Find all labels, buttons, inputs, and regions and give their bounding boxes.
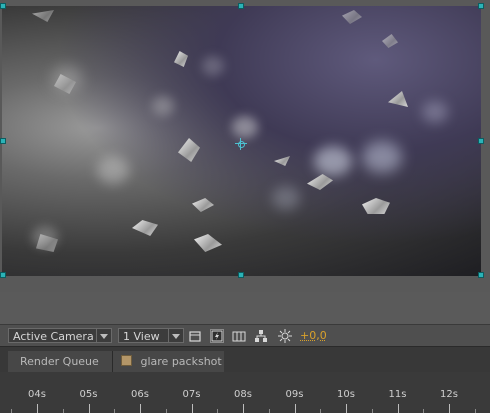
time-tick-label: 10s — [337, 389, 355, 400]
bokeh-glow — [202, 56, 224, 76]
layer-handle-middle-right[interactable] — [478, 138, 484, 144]
diamond-shape — [174, 51, 188, 67]
tab-glare-packshot-label: glare packshot — [140, 355, 222, 368]
active-camera-label: Active Camera — [13, 330, 94, 343]
time-minor-tick — [217, 409, 219, 413]
diamond-shape — [274, 156, 290, 166]
bokeh-glow — [97, 156, 129, 184]
time-minor-tick — [268, 409, 270, 413]
time-tick — [140, 404, 141, 413]
diamond-shape — [362, 198, 390, 214]
view-layout-dropdown[interactable]: 1 View — [118, 328, 184, 343]
tab-render-queue-label: Render Queue — [20, 355, 99, 368]
time-minor-tick — [320, 409, 322, 413]
flowchart-icon[interactable] — [254, 329, 268, 343]
time-tick-label: 05s — [79, 389, 98, 400]
diamond-shape — [178, 138, 200, 162]
time-tick — [294, 404, 296, 413]
bokeh-glow — [314, 146, 352, 176]
tab-render-queue[interactable]: Render Queue — [8, 351, 112, 373]
toggle-pixel-aspect-icon[interactable] — [188, 329, 202, 343]
layer-handle-top-center[interactable] — [238, 3, 244, 9]
fast-previews-icon[interactable] — [210, 329, 224, 343]
layer-handle-middle-left[interactable] — [0, 138, 6, 144]
bokeh-glow — [362, 141, 402, 173]
diamond-shape — [32, 10, 54, 22]
viewer-toolbar: Active Camera 1 View +0,0 — [0, 324, 490, 347]
time-tick — [88, 404, 90, 413]
time-tick-label: 12s — [440, 389, 458, 400]
time-tick-label: 08s — [234, 389, 252, 400]
time-tick — [449, 404, 450, 413]
timeline-toggle-icon[interactable] — [232, 329, 246, 343]
time-tick-label: 04s — [28, 389, 46, 400]
diamond-shape — [132, 220, 158, 236]
bokeh-glow — [152, 96, 174, 116]
diamond-shape — [388, 91, 408, 107]
timeline-ruler[interactable]: 04s 05s 06s 07s 08s 09s 10s 11s 12s — [0, 372, 490, 413]
time-tick-label: 06s — [131, 389, 149, 400]
chevron-down-icon — [168, 329, 183, 342]
diamond-shape — [307, 174, 333, 190]
time-tick — [37, 404, 38, 413]
bokeh-glow — [422, 101, 448, 123]
time-minor-tick — [62, 409, 64, 413]
tab-glare-packshot[interactable]: glare packshot — [112, 351, 224, 373]
layer-handle-top-left[interactable] — [0, 3, 6, 9]
time-tick — [397, 404, 399, 413]
time-tick — [346, 404, 347, 413]
bokeh-glow — [232, 116, 258, 138]
time-minor-tick — [165, 409, 167, 413]
chevron-down-icon — [96, 329, 111, 342]
view-layout-label: 1 View — [123, 330, 160, 343]
layer-handle-top-right[interactable] — [478, 3, 484, 9]
time-minor-tick — [114, 409, 116, 413]
panel-tab-bar: Render Queue glare packshot — [0, 346, 490, 373]
active-camera-dropdown[interactable]: Active Camera — [8, 328, 112, 343]
exposure-value[interactable]: +0,0 — [300, 329, 327, 343]
layer-handle-bottom-right[interactable] — [478, 272, 484, 278]
time-tick — [191, 404, 193, 413]
diamond-shape — [192, 198, 214, 212]
time-minor-tick — [371, 409, 373, 413]
time-minor-tick — [423, 409, 425, 413]
time-tick-label: 07s — [182, 389, 201, 400]
composition-viewer — [0, 0, 490, 292]
bokeh-glow — [272, 186, 300, 210]
diamond-shape — [194, 234, 222, 252]
time-minor-tick — [474, 409, 476, 413]
time-tick-label: 09s — [285, 389, 304, 400]
layer-handle-bottom-left[interactable] — [0, 272, 6, 278]
diamond-shape — [342, 10, 362, 24]
diamond-shape — [382, 34, 398, 48]
time-tick — [243, 404, 244, 413]
time-ruler: 04s 05s 06s 07s 08s 09s 10s 11s 12s — [0, 372, 490, 413]
time-tick-label: 11s — [388, 389, 407, 400]
time-minor-tick — [11, 409, 13, 413]
anchor-point-icon[interactable] — [235, 138, 247, 150]
composition-color-swatch — [121, 355, 132, 366]
reset-exposure-icon[interactable] — [278, 329, 292, 343]
layer-handle-bottom-center[interactable] — [238, 272, 244, 278]
